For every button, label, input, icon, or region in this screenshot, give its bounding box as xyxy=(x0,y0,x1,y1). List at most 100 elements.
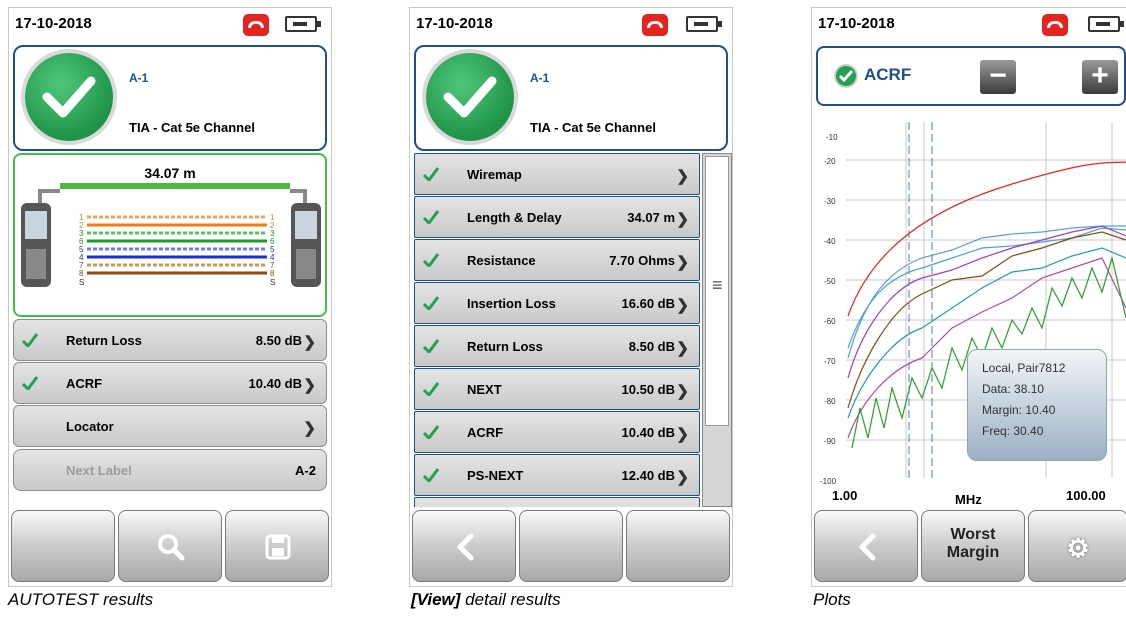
result-row-insertion-loss[interactable]: Insertion Loss 16.60 dB ❯ xyxy=(414,282,700,324)
result-label: Wiremap xyxy=(467,167,522,182)
save-button[interactable] xyxy=(225,510,329,582)
autotest-results-screen: 17-10-2018 A-1 TIA - Cat 5e Channel 34.0… xyxy=(8,7,332,587)
next-label-row[interactable]: Next Label A-2 xyxy=(13,449,327,491)
result-label: Locator xyxy=(66,419,114,434)
search-button[interactable] xyxy=(118,510,222,582)
result-row-return-loss[interactable]: Return Loss 8.50 dB ❯ xyxy=(414,325,700,367)
save-icon xyxy=(265,534,291,560)
pass-check-icon xyxy=(423,425,439,439)
pass-check-icon xyxy=(426,53,514,141)
zoom-out-button[interactable]: − xyxy=(980,60,1016,94)
chevron-right-icon: ❯ xyxy=(676,168,689,185)
pass-check-icon xyxy=(423,167,439,181)
y-tick-label: -100 xyxy=(820,477,837,486)
caption-autotest: AUTOTEST results xyxy=(8,590,154,609)
result-label: PS-NEXT xyxy=(467,468,524,483)
result-value: 10.50 dB xyxy=(621,382,675,397)
pass-check-icon xyxy=(423,382,439,396)
result-value: 12.40 dB xyxy=(621,468,675,483)
plot-name-label: ACRF xyxy=(864,65,912,84)
svg-text:8: 8 xyxy=(79,269,84,278)
caption-plots: Plots xyxy=(813,590,851,609)
chevron-right-icon: ❯ xyxy=(303,420,316,437)
y-axis-ticks: -10 -20 -30 -40 -50 -60 -70 -80 -90 -100 xyxy=(820,133,838,486)
chevron-right-icon: ❯ xyxy=(303,377,316,394)
softkey-2-button[interactable] xyxy=(519,510,623,582)
result-value: 7.70 Ohms xyxy=(609,253,675,268)
scrollbar-thumb[interactable] xyxy=(705,156,729,426)
worst-margin-label-2: Margin xyxy=(946,544,1000,561)
result-row-partial[interactable] xyxy=(414,497,700,507)
pass-check-icon xyxy=(423,296,439,310)
pass-check-icon xyxy=(22,333,38,347)
result-row-resistance[interactable]: Resistance 7.70 Ohms ❯ xyxy=(414,239,700,281)
battery-icon xyxy=(686,16,722,32)
result-label: ACRF xyxy=(467,425,504,440)
result-row-acrf[interactable]: ACRF 10.40 dB ❯ xyxy=(13,362,327,404)
wiremap-diagram: 11 22 33 66 55 44 77 88 SS xyxy=(21,183,321,287)
worst-margin-button[interactable]: Worst Margin xyxy=(921,510,1025,582)
pass-check-icon xyxy=(22,376,38,390)
result-value: 10.40 dB xyxy=(621,425,675,440)
y-tick-label: -40 xyxy=(824,237,836,246)
y-tick-label: -70 xyxy=(824,357,836,366)
tooltip-data: Data: 38.10 xyxy=(982,382,1045,396)
plot-screen: 17-10-2018 ACRF − + -10 -20 -30 -40 -50 … xyxy=(811,7,1126,587)
result-row-return-loss[interactable]: Return Loss 8.50 dB ❯ xyxy=(13,319,327,361)
result-row-ps-next[interactable]: PS-NEXT 12.40 dB ❯ xyxy=(414,454,700,496)
x-unit-label: MHz xyxy=(955,492,982,507)
scrollbar[interactable] xyxy=(702,153,732,507)
phone-icon xyxy=(642,14,668,36)
result-row-next[interactable]: NEXT 10.50 dB ❯ xyxy=(414,368,700,410)
back-button[interactable] xyxy=(814,510,918,582)
result-value: 16.60 dB xyxy=(621,296,675,311)
result-header-card: A-1 TIA - Cat 5e Channel xyxy=(13,45,327,151)
date-label: 17-10-2018 xyxy=(416,15,493,32)
caption-view-bold: [View] xyxy=(411,590,461,609)
tooltip-margin: Margin: 10.40 xyxy=(982,403,1056,417)
next-label-label: Next Label xyxy=(66,463,132,478)
result-row-acrf[interactable]: ACRF 10.40 dB ❯ xyxy=(414,411,700,453)
y-tick-label: -80 xyxy=(824,397,836,406)
soft-key-bar xyxy=(410,510,732,586)
pass-check-icon xyxy=(836,66,856,86)
result-label: ACRF xyxy=(66,376,103,391)
result-header-card: A-1 TIA - Cat 5e Channel xyxy=(414,45,728,151)
pass-check-icon xyxy=(25,53,113,141)
standard-label: TIA - Cat 5e Channel xyxy=(129,120,255,135)
minus-icon: − xyxy=(989,59,1007,92)
result-label: Insertion Loss xyxy=(467,296,556,311)
y-tick-label: -30 xyxy=(824,197,836,206)
result-row-locator[interactable]: Locator ❯ xyxy=(13,405,327,447)
result-row-wiremap[interactable]: Wiremap ❯ xyxy=(414,153,700,195)
chevron-right-icon: ❯ xyxy=(676,211,689,228)
y-tick-label: -10 xyxy=(826,133,838,142)
x-end-label: 100.00 xyxy=(1066,488,1106,503)
chevron-right-icon: ❯ xyxy=(676,469,689,486)
tooltip-freq: Freq: 30.40 xyxy=(982,424,1044,438)
date-label: 17-10-2018 xyxy=(15,15,92,32)
result-label: Resistance xyxy=(467,253,536,268)
plot-tooltip: Local, Pair7812 Data: 38.10 Margin: 10.4… xyxy=(967,349,1107,461)
tooltip-location: Local, Pair7812 xyxy=(982,361,1066,375)
status-bar: 17-10-2018 xyxy=(410,8,732,42)
remote-unit-icon xyxy=(291,203,321,287)
battery-icon xyxy=(285,16,321,32)
zoom-in-button[interactable]: + xyxy=(1082,60,1118,94)
softkey-3-button[interactable] xyxy=(626,510,730,582)
wiremap-card[interactable]: 34.07 m 11 2 2 3 3 6 6 5 5 4 4 7 7 8 8 S… xyxy=(13,153,327,317)
back-button[interactable] xyxy=(412,510,516,582)
detail-results-screen: 17-10-2018 A-1 TIA - Cat 5e Channel Wire… xyxy=(409,7,733,587)
softkey-1-button[interactable] xyxy=(11,510,115,582)
status-bar: 17-10-2018 xyxy=(812,8,1126,42)
settings-button[interactable]: ⚙ xyxy=(1028,510,1126,582)
main-unit-icon xyxy=(21,203,51,287)
svg-text:S: S xyxy=(79,278,84,287)
result-value: 34.07 m xyxy=(627,210,675,225)
result-label: NEXT xyxy=(467,382,502,397)
worst-margin-label-1: Worst xyxy=(950,526,996,543)
result-label: Return Loss xyxy=(467,339,543,354)
soft-key-bar: Worst Margin ⚙ xyxy=(812,510,1126,586)
back-icon xyxy=(457,533,474,561)
result-row-length-delay[interactable]: Length & Delay 34.07 m ❯ xyxy=(414,196,700,238)
